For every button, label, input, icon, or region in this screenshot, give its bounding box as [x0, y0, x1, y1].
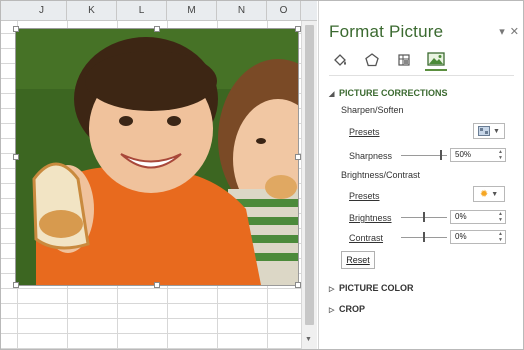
- contrast-value: 0%: [455, 232, 467, 241]
- column-header[interactable]: O: [267, 1, 301, 21]
- tab-size-properties[interactable]: [393, 49, 415, 71]
- sharpen-presets-label: Presets: [349, 127, 380, 137]
- chevron-down-icon: ▼: [491, 190, 499, 198]
- reset-button[interactable]: Reset: [341, 251, 375, 269]
- section-header-label: PICTURE CORRECTIONS: [339, 88, 448, 98]
- brightness-value: 0%: [455, 212, 467, 221]
- slider-knob[interactable]: [439, 150, 442, 160]
- section-picture-color[interactable]: ▷ PICTURE COLOR: [329, 283, 414, 293]
- children-photo: [16, 29, 298, 285]
- brightness-presets-label: Presets: [349, 191, 380, 201]
- collapsed-triangle-icon: ▷: [329, 286, 335, 293]
- column-header[interactable]: K: [67, 1, 117, 21]
- resize-handle[interactable]: [295, 282, 301, 288]
- scroll-down-icon[interactable]: ▼: [305, 336, 312, 343]
- pane-title: Format Picture: [329, 22, 444, 41]
- resize-handle[interactable]: [295, 26, 301, 32]
- resize-handle[interactable]: [295, 154, 301, 160]
- sharpness-label: Sharpness: [349, 151, 393, 161]
- resize-handle[interactable]: [13, 26, 19, 32]
- fill-line-icon: [334, 54, 346, 66]
- pane-options-icon[interactable]: ▾: [499, 25, 505, 38]
- format-picture-pane: Format Picture ▾ ✕ ◢ PICTURE CORRECTIONS…: [318, 1, 523, 349]
- pane-controls: ▾ ✕: [499, 25, 519, 38]
- sharpen-presets-dropdown[interactable]: ▼: [473, 123, 505, 139]
- column-header-bar: J K L M N O: [1, 1, 317, 21]
- resize-handle[interactable]: [13, 154, 19, 160]
- column-header[interactable]: N: [217, 1, 267, 21]
- sharpness-value: 50%: [455, 150, 472, 159]
- slider-knob[interactable]: [423, 212, 425, 222]
- sun-icon: ✹: [479, 188, 489, 200]
- close-icon[interactable]: ✕: [510, 25, 519, 38]
- chevron-down-icon: ▼: [493, 127, 500, 135]
- sharpness-slider[interactable]: [401, 150, 447, 160]
- column-header[interactable]: L: [117, 1, 167, 21]
- pane-tab-strip: [329, 49, 447, 71]
- pane-separator: [329, 75, 514, 76]
- section-header-label: PICTURE COLOR: [339, 283, 414, 293]
- brightness-spinner[interactable]: 0% ▲ ▼: [450, 210, 506, 224]
- spreadsheet-area: J K L M N O ▼: [1, 1, 317, 349]
- sharpness-spinner[interactable]: 50% ▲ ▼: [450, 148, 506, 162]
- effects-pentagon-icon: [365, 53, 379, 67]
- column-header[interactable]: M: [167, 1, 217, 21]
- resize-handle[interactable]: [154, 282, 160, 288]
- sharpen-soften-label: Sharpen/Soften: [341, 105, 404, 115]
- tab-fill-line[interactable]: [329, 49, 351, 71]
- tab-effects[interactable]: [361, 49, 383, 71]
- sharpen-preset-icon: [478, 126, 491, 136]
- contrast-label: Contrast: [349, 233, 384, 243]
- size-properties-icon: [398, 54, 410, 66]
- spinner-arrows-icon[interactable]: ▲ ▼: [498, 149, 503, 161]
- brightness-label: Brightness: [349, 213, 392, 223]
- section-header-label: CROP: [339, 304, 366, 314]
- tab-picture[interactable]: [425, 49, 447, 71]
- brightness-slider[interactable]: [401, 212, 447, 222]
- collapsed-triangle-icon: ▷: [329, 307, 335, 314]
- selected-picture[interactable]: [15, 28, 299, 286]
- spinner-arrows-icon[interactable]: ▲ ▼: [498, 211, 503, 223]
- contrast-slider[interactable]: [401, 232, 447, 242]
- brightness-presets-dropdown[interactable]: ✹ ▼: [473, 186, 505, 202]
- expanded-triangle-icon: ◢: [329, 91, 335, 98]
- resize-handle[interactable]: [13, 282, 19, 288]
- slider-knob[interactable]: [423, 232, 425, 242]
- spinner-arrows-icon[interactable]: ▲ ▼: [498, 231, 503, 243]
- picture-icon: [427, 52, 445, 66]
- column-header[interactable]: J: [17, 1, 67, 21]
- brightness-contrast-label: Brightness/Contrast: [341, 170, 421, 180]
- vertical-scrollbar[interactable]: ▼: [301, 21, 317, 349]
- resize-handle[interactable]: [154, 26, 160, 32]
- contrast-spinner[interactable]: 0% ▲ ▼: [450, 230, 506, 244]
- section-crop[interactable]: ▷ CROP: [329, 304, 365, 314]
- section-picture-corrections[interactable]: ◢ PICTURE CORRECTIONS: [329, 88, 448, 98]
- scrollbar-thumb[interactable]: [305, 25, 314, 325]
